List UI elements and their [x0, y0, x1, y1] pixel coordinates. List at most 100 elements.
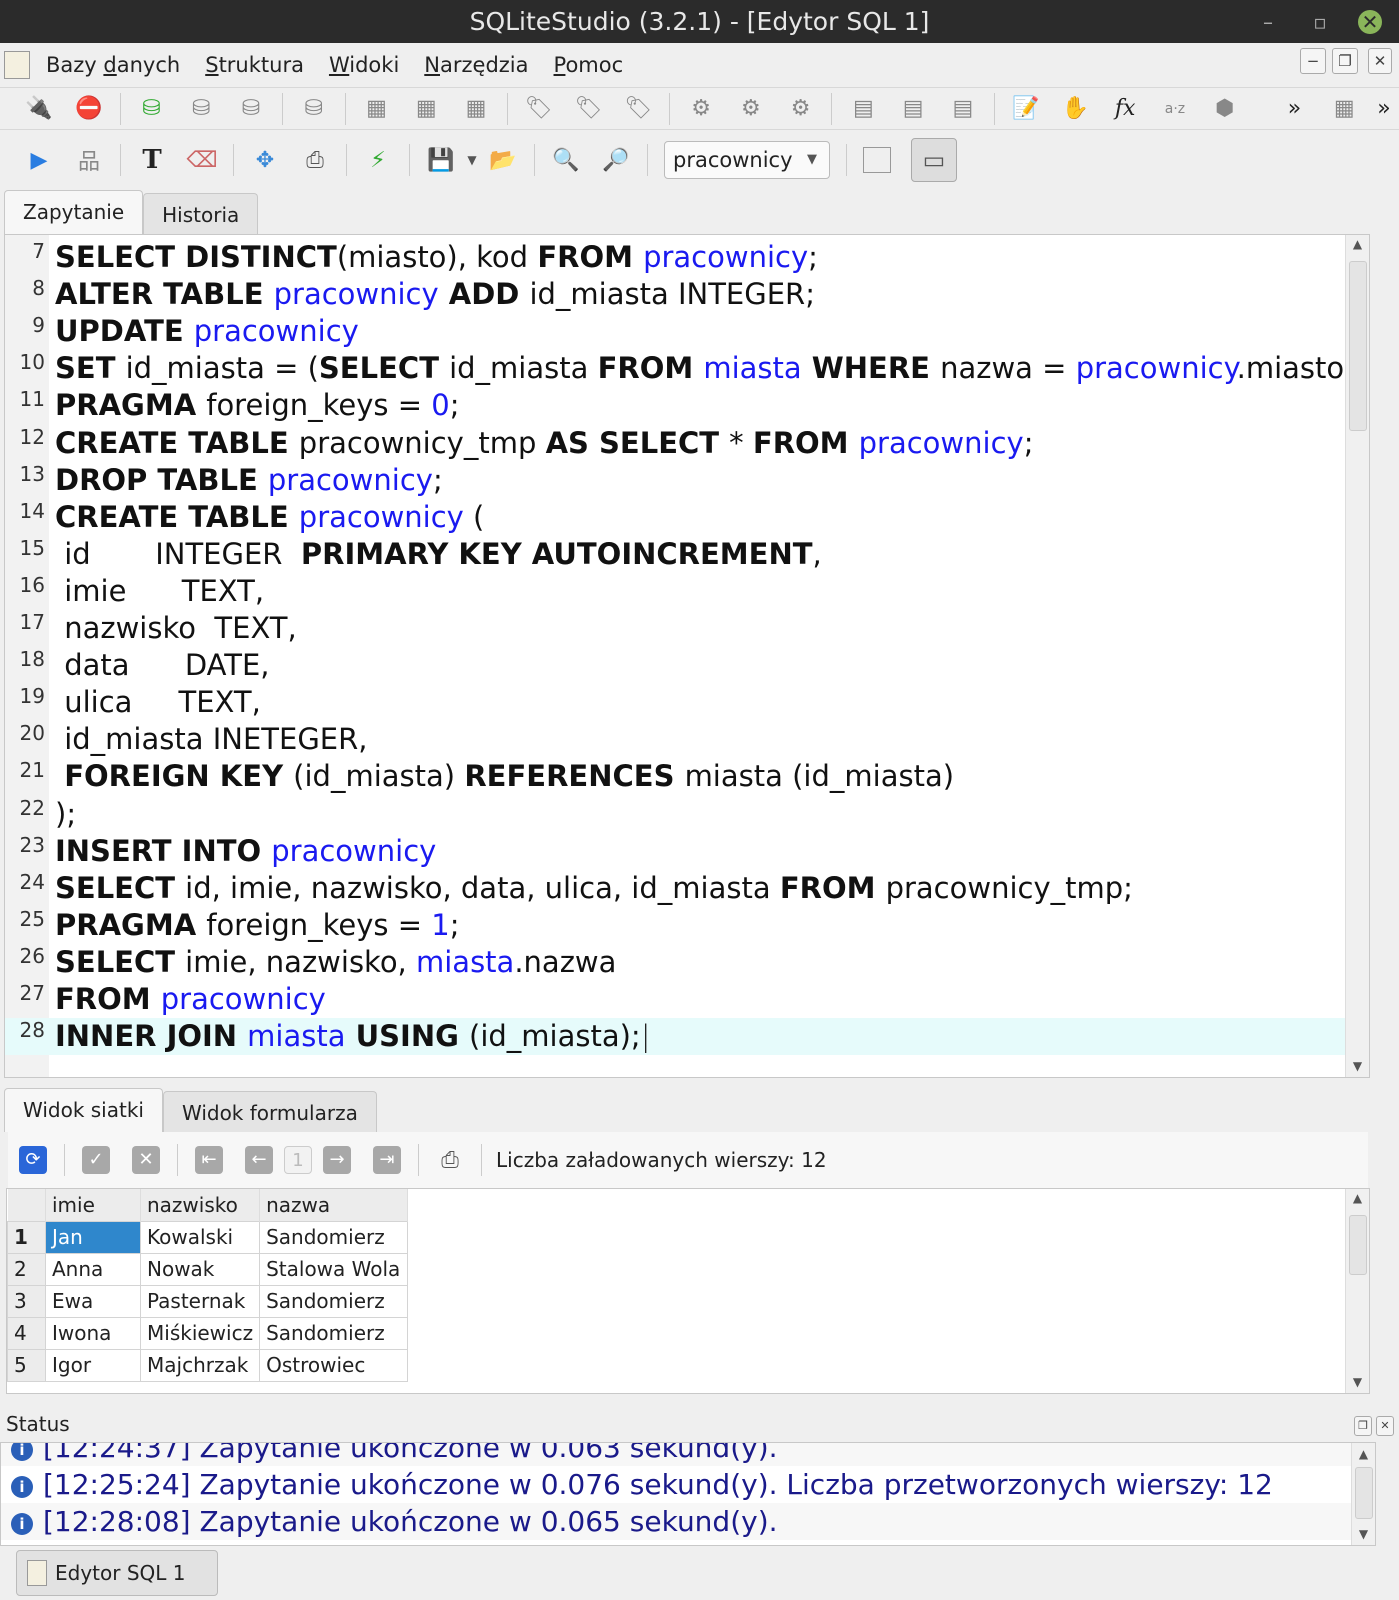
mdi-close-button[interactable]: ✕: [1368, 48, 1392, 74]
scroll-down-icon[interactable]: ▼: [1352, 1527, 1375, 1541]
code-line[interactable]: 18 data DATE,: [5, 647, 1345, 684]
table-cell[interactable]: Majchrzak: [139, 1348, 261, 1382]
format-sql-icon[interactable]: T: [137, 145, 167, 175]
database-combo[interactable]: pracownicy ▼: [664, 141, 830, 179]
code-line[interactable]: 28 INNER JOIN miasta USING (id_miasta);|: [5, 1018, 1345, 1056]
next-page-icon[interactable]: →: [323, 1146, 351, 1174]
table-cell[interactable]: Anna: [45, 1252, 141, 1286]
column-header-imie[interactable]: imie: [45, 1189, 141, 1221]
row-number[interactable]: 4: [7, 1316, 46, 1350]
corner-header[interactable]: [7, 1189, 46, 1221]
column-header-nazwa[interactable]: nazwa: [259, 1189, 409, 1221]
row-number[interactable]: 1: [7, 1220, 46, 1254]
table-cell[interactable]: Jan: [45, 1220, 141, 1254]
code-line[interactable]: 8 ALTER TABLE pracownicy ADD id_miasta IN…: [5, 276, 1345, 313]
delete-table-icon[interactable]: ▦: [461, 94, 491, 124]
table-cell[interactable]: Pasternak: [139, 1284, 261, 1318]
find-replace-icon[interactable]: 🔎: [601, 145, 631, 175]
refresh-schema-icon[interactable]: ⛁: [299, 94, 329, 124]
maximize-button[interactable]: ▫: [1308, 10, 1332, 34]
float-panel-button[interactable]: ❐: [1354, 1416, 1372, 1436]
tab-form-view[interactable]: Widok formularza: [162, 1091, 377, 1132]
menu-item-2[interactable]: Widoki: [329, 53, 399, 77]
print-icon[interactable]: ⎙: [300, 145, 330, 175]
rollback-icon[interactable]: ✕: [132, 1146, 160, 1174]
edit-index-icon[interactable]: 🏷: [574, 94, 604, 124]
disconnect-db-icon[interactable]: ⛔: [74, 94, 104, 124]
ddl-history-icon[interactable]: ✋: [1061, 94, 1091, 124]
save-dropdown-icon[interactable]: ▼: [466, 145, 478, 175]
table-cell[interactable]: Miśkiewicz: [139, 1316, 261, 1350]
code-line[interactable]: 12 CREATE TABLE pracownicy_tmp AS SELECT …: [5, 425, 1345, 462]
tab-history[interactable]: Historia: [143, 193, 259, 234]
open-sql-editor-icon[interactable]: 📝: [1011, 94, 1041, 124]
more-tools-icon[interactable]: »: [1280, 94, 1310, 124]
scrollbar-thumb[interactable]: [1349, 1215, 1367, 1275]
scroll-up-icon[interactable]: ▲: [1352, 1447, 1375, 1461]
tab-grid-view[interactable]: Widok siatki: [4, 1088, 163, 1132]
code-line[interactable]: 20 id_miasta INETEGER,: [5, 721, 1345, 758]
scroll-up-icon[interactable]: ▲: [1346, 237, 1369, 251]
explain-query-icon[interactable]: 品: [74, 145, 104, 175]
find-icon[interactable]: 🔍: [551, 145, 581, 175]
refresh-icon[interactable]: ⟳: [19, 1146, 47, 1174]
edit-database-icon[interactable]: ⛁: [186, 94, 216, 124]
add-database-icon[interactable]: ⛁: [137, 94, 167, 124]
code-line[interactable]: 16 imie TEXT,: [5, 573, 1345, 610]
last-page-icon[interactable]: ⇥: [373, 1146, 401, 1174]
close-button[interactable]: ✕: [1358, 10, 1382, 34]
editor-scrollbar[interactable]: ▲ ▼: [1345, 235, 1369, 1077]
code-line[interactable]: 11 PRAGMA foreign_keys = 0;: [5, 387, 1345, 424]
row-number[interactable]: 5: [7, 1348, 46, 1382]
delete-view-icon[interactable]: ▤: [948, 94, 978, 124]
code-line[interactable]: 25 PRAGMA foreign_keys = 1;: [5, 907, 1345, 944]
print-results-icon[interactable]: ⎙: [435, 1145, 465, 1175]
add-trigger-icon[interactable]: ⚙: [686, 94, 716, 124]
table-cell[interactable]: Kowalski: [139, 1220, 261, 1254]
menu-item-0[interactable]: Bazy danych: [46, 53, 180, 77]
scrollbar-thumb[interactable]: [1355, 1467, 1373, 1519]
add-table-icon[interactable]: ▦: [362, 94, 392, 124]
table-cell[interactable]: Ostrowiec: [259, 1348, 409, 1382]
delete-index-icon[interactable]: 🏷: [623, 94, 653, 124]
table-cell[interactable]: Iwona: [45, 1316, 141, 1350]
first-page-icon[interactable]: ⇤: [195, 1146, 223, 1174]
tab-query[interactable]: Zapytanie: [4, 190, 144, 234]
code-line[interactable]: 13 DROP TABLE pracownicy;: [5, 462, 1345, 499]
connect-db-icon[interactable]: 🔌: [24, 94, 54, 124]
commit-icon[interactable]: ✓: [82, 1146, 110, 1174]
menu-item-3[interactable]: Narzędzia: [424, 53, 528, 77]
edit-table-icon[interactable]: ▦: [411, 94, 441, 124]
collations-icon[interactable]: a·z: [1160, 94, 1190, 124]
scroll-up-icon[interactable]: ▲: [1346, 1191, 1369, 1205]
code-line[interactable]: 7 SELECT DISTINCT(miasto), kod FROM praco…: [5, 239, 1345, 276]
execute-query-icon[interactable]: ▶: [24, 145, 54, 175]
code-line[interactable]: 24 SELECT id, imie, nazwisko, data, ulica…: [5, 870, 1345, 907]
extensions-icon[interactable]: ⬢: [1210, 94, 1240, 124]
table-cell[interactable]: Sandomierz: [259, 1284, 409, 1318]
page-number-field[interactable]: 1: [284, 1146, 312, 1174]
remove-database-icon[interactable]: ⛁: [236, 94, 266, 124]
create-view-icon[interactable]: ⚡: [363, 145, 393, 175]
menu-item-1[interactable]: Struktura: [205, 53, 304, 77]
column-header-nazwisko[interactable]: nazwisko: [140, 1189, 261, 1221]
code-line[interactable]: 27 FROM pracownicy: [5, 981, 1345, 1018]
scrollbar-thumb[interactable]: [1349, 261, 1367, 431]
mdi-restore-button[interactable]: ❐: [1332, 48, 1358, 74]
scroll-down-icon[interactable]: ▼: [1346, 1059, 1369, 1073]
fullscreen-icon[interactable]: ✥: [250, 145, 280, 175]
code-line[interactable]: 26 SELECT imie, nazwisko, miasta.nazwa: [5, 944, 1345, 981]
add-view-icon[interactable]: ▤: [848, 94, 878, 124]
grid-scrollbar[interactable]: ▲ ▼: [1345, 1189, 1369, 1393]
table-cell[interactable]: Igor: [45, 1348, 141, 1382]
sql-editor[interactable]: 7 SELECT DISTINCT(miasto), kod FROM praco…: [4, 234, 1370, 1078]
table-cell[interactable]: Nowak: [139, 1252, 261, 1286]
table-cell[interactable]: Stalowa Wola: [259, 1252, 409, 1286]
taskbar-item-sql-editor[interactable]: Edytor SQL 1: [16, 1550, 218, 1596]
split-layout-icon[interactable]: ▭: [911, 138, 957, 182]
code-line[interactable]: 14 CREATE TABLE pracownicy (: [5, 499, 1345, 536]
mdi-minimize-button[interactable]: −: [1300, 48, 1326, 74]
clear-editor-icon[interactable]: ⌫: [186, 145, 217, 175]
code-line[interactable]: 9 UPDATE pracownicy: [5, 313, 1345, 350]
row-number[interactable]: 2: [7, 1252, 46, 1286]
